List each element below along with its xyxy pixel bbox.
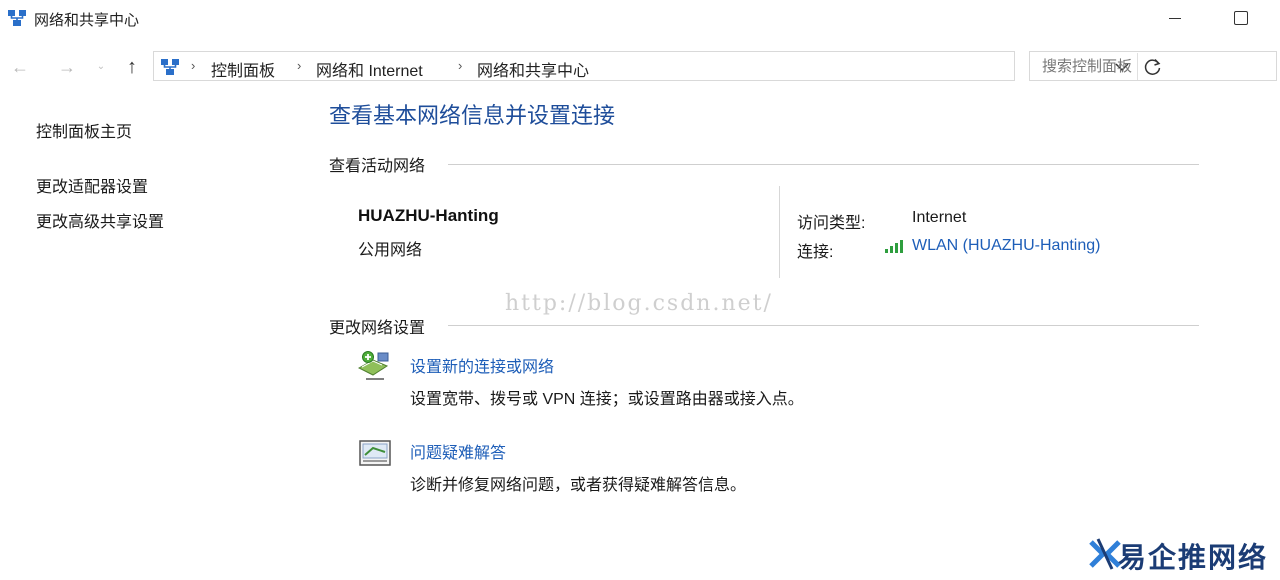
wlan-connection-link[interactable]: WLAN (HUAZHU-Hanting) [912,237,1100,255]
change-settings-header: 更改网络设置 [329,320,426,337]
network-type[interactable]: 公用网络 [358,236,422,260]
up-button[interactable]: ↑ [119,54,145,80]
breadcrumb-separator: › [458,58,463,73]
breadcrumb-control-panel[interactable]: 控制面板 [211,57,275,81]
breadcrumb-network-sharing-center[interactable]: 网络和共享中心 [477,57,589,81]
maximize-button[interactable] [1229,6,1253,30]
address-bar[interactable]: › 控制面板 › 网络和 Internet › 网络和共享中心 [153,51,1161,81]
section-divider [448,164,1199,165]
network-name: HUAZHU-Hanting [358,206,499,225]
page-title: 查看基本网络信息并设置连接 [329,103,616,128]
setup-new-connection-description: 设置宽带、拨号或 VPN 连接；或设置路由器或接入点。 [410,391,804,408]
forward-button[interactable]: → [54,54,80,80]
access-type-value: Internet [912,209,967,226]
window-title: 网络和共享中心 [34,12,140,29]
title-bar: 网络和共享中心 [0,0,1280,38]
control-panel-icon [161,59,179,75]
brand-logo-icon [1089,538,1121,570]
search-box[interactable] [1029,51,1277,81]
navigation-bar: ← → ⌄ ↑ › 控制面板 › 网络和 Internet › 网络和共享中心 [0,50,1280,84]
brand-watermark: 易企推网络 [1088,534,1278,574]
back-button[interactable]: ← [7,54,33,80]
troubleshoot-description: 诊断并修复网络问题，或者获得疑难解答信息。 [410,477,747,494]
new-connection-icon [357,351,389,380]
active-networks-header: 查看活动网络 [329,158,426,175]
setup-new-connection-link[interactable]: 设置新的连接或网络 [410,353,554,377]
troubleshoot-link[interactable]: 问题疑难解答 [410,439,506,463]
vertical-divider [779,186,780,278]
watermark-text: http://blog.csdn.net/ [505,291,773,316]
sidebar-item-control-panel-home[interactable]: 控制面板主页 [36,118,132,142]
access-type-label: 访问类型: [797,215,866,232]
troubleshoot-icon [359,440,391,466]
section-divider [448,325,1199,326]
recent-locations-button[interactable]: ⌄ [94,54,108,80]
minimize-button[interactable] [1163,6,1187,30]
search-input[interactable] [1030,52,1276,80]
breadcrumb-network-internet[interactable]: 网络和 Internet [316,57,423,81]
breadcrumb-separator: › [191,58,196,73]
connection-label: 连接: [797,244,834,261]
brand-text: 易企推网络 [1118,541,1269,574]
breadcrumb-separator: › [297,58,302,73]
sidebar-item-advanced-sharing[interactable]: 更改高级共享设置 [36,208,164,232]
wifi-signal-icon [885,240,903,253]
sidebar-item-adapter-settings[interactable]: 更改适配器设置 [36,173,148,197]
network-center-icon [8,10,26,26]
